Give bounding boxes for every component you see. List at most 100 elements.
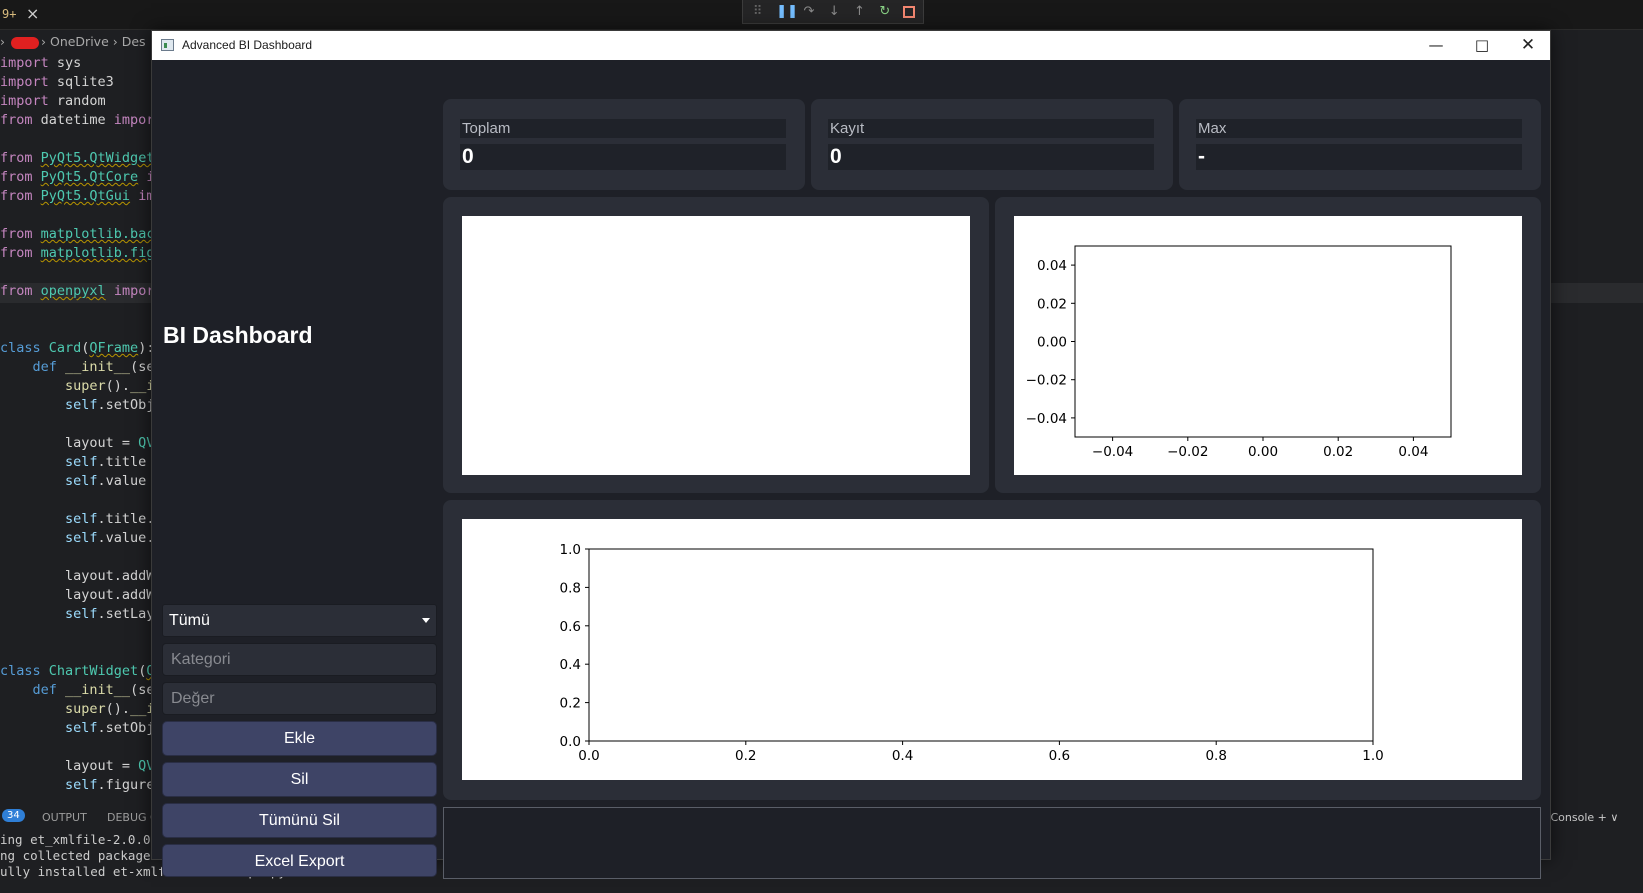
drag-grip-icon[interactable]: ⠿ bbox=[751, 4, 764, 19]
code-token: ChartWidget bbox=[40, 663, 139, 679]
code-line: layout.addWid bbox=[0, 567, 171, 586]
code-line: self.title = bbox=[0, 453, 171, 472]
code-view[interactable]: import sys import sqlite3 import random fro… bbox=[0, 54, 171, 795]
panel-actions[interactable]: g Console + ∨ bbox=[1540, 811, 1618, 824]
step-over-icon[interactable]: ↷ bbox=[802, 4, 815, 19]
code-token: from bbox=[0, 245, 33, 261]
code-line: from datetime import bbox=[0, 111, 171, 130]
code-token: datetime bbox=[32, 112, 114, 128]
category-input[interactable]: Kategori bbox=[162, 643, 437, 676]
code-token: class bbox=[0, 663, 41, 679]
code-token: self bbox=[0, 606, 98, 622]
code-token: layout.addWid bbox=[0, 587, 171, 603]
code-token: (). bbox=[105, 701, 131, 717]
y-tick-label: −0.02 bbox=[1026, 373, 1067, 389]
add-button[interactable]: Ekle bbox=[162, 721, 437, 756]
code-token: self bbox=[0, 511, 98, 527]
y-tick-label: 0.6 bbox=[560, 619, 581, 635]
code-token: self bbox=[0, 454, 98, 470]
x-tick-label: −0.02 bbox=[1167, 444, 1208, 460]
app-icon bbox=[161, 39, 174, 51]
code-line: import sqlite3 bbox=[0, 73, 171, 92]
step-into-icon[interactable]: ↓ bbox=[828, 4, 841, 19]
stop-icon[interactable] bbox=[903, 5, 915, 18]
count-card: Kayıt 0 bbox=[811, 99, 1173, 190]
code-token: self bbox=[0, 473, 98, 489]
window-titlebar[interactable]: Advanced BI Dashboard — □ ✕ bbox=[152, 31, 1550, 60]
chevron-right-icon: › bbox=[0, 34, 5, 49]
category-filter-select[interactable]: Tümü bbox=[162, 604, 437, 637]
x-tick-label: 0.00 bbox=[1248, 444, 1278, 460]
tab-close-icon[interactable]: × bbox=[26, 4, 39, 23]
close-button[interactable]: ✕ bbox=[1505, 31, 1551, 60]
code-line: self.value = bbox=[0, 472, 171, 491]
pie-chart-canvas bbox=[462, 216, 970, 475]
tab-problem-badge: 9+ bbox=[2, 7, 17, 21]
log-textbox[interactable] bbox=[443, 807, 1541, 879]
y-tick-label: 0.02 bbox=[1037, 296, 1067, 312]
y-tick-label: 0.00 bbox=[1037, 335, 1067, 351]
code-token: from bbox=[0, 226, 33, 242]
pause-icon[interactable]: ❚❚ bbox=[776, 4, 798, 19]
max-card-label: Max bbox=[1196, 119, 1522, 138]
y-tick-label: 0.8 bbox=[560, 580, 581, 596]
code-line: super().__ini bbox=[0, 700, 171, 719]
code-token: class bbox=[0, 340, 41, 356]
restart-icon[interactable]: ↻ bbox=[878, 4, 891, 19]
pie-chart bbox=[462, 216, 970, 475]
excel-export-button[interactable]: Excel Export bbox=[162, 844, 437, 877]
delete-all-button[interactable]: Tümünü Sil bbox=[162, 803, 437, 838]
x-tick-label: 0.4 bbox=[892, 748, 913, 764]
code-token: openpyxl bbox=[40, 283, 106, 299]
code-line: from matplotlib.backe bbox=[0, 225, 171, 244]
value-input[interactable]: Değer bbox=[162, 682, 437, 715]
minimize-button[interactable]: — bbox=[1413, 31, 1459, 60]
tab-output[interactable]: OUTPUT bbox=[42, 811, 87, 824]
app-window: Advanced BI Dashboard — □ ✕ BI Dashboard… bbox=[151, 30, 1551, 879]
code-line: from PyQt5.QtCore imp bbox=[0, 168, 171, 187]
code-token: __init__ bbox=[56, 359, 131, 375]
breadcrumb-item[interactable]: OneDrive bbox=[50, 34, 109, 49]
breadcrumb: › › OneDrive › Des bbox=[0, 34, 146, 54]
count-card-value: 0 bbox=[828, 144, 1154, 170]
code-token: sys bbox=[48, 55, 82, 71]
y-tick-label: 0.04 bbox=[1037, 258, 1067, 274]
breadcrumb-item[interactable]: Des bbox=[122, 34, 146, 49]
delete-button[interactable]: Sil bbox=[162, 762, 437, 797]
code-line: self.figure = bbox=[0, 776, 171, 795]
bar-chart-canvas: −0.04 −0.02 0.00 0.02 0.04 0.04 0.02 0.00 −0.02 −… bbox=[1014, 216, 1522, 475]
bar-chart: −0.04 −0.02 0.00 0.02 0.04 0.04 0.02 0.00 −0.02 −… bbox=[1026, 245, 1452, 460]
maximize-button[interactable]: □ bbox=[1459, 31, 1505, 60]
code-token: (). bbox=[105, 378, 131, 394]
code-line: self.title.se bbox=[0, 510, 171, 529]
sidebar-title: BI Dashboard bbox=[163, 322, 313, 348]
y-tick-label: 0.2 bbox=[560, 696, 581, 712]
code-token: self bbox=[0, 720, 98, 736]
code-token: super bbox=[0, 701, 106, 717]
code-line: layout.addWid bbox=[0, 586, 171, 605]
code-token: from bbox=[0, 169, 33, 185]
code-token: from bbox=[0, 112, 33, 128]
axes-frame bbox=[1074, 245, 1452, 438]
pie-chart-panel bbox=[443, 197, 989, 493]
code-token: layout = bbox=[0, 758, 139, 774]
step-out-icon[interactable]: ↑ bbox=[853, 4, 866, 19]
y-tick-label: 0.0 bbox=[560, 734, 581, 750]
chevron-right-icon: › bbox=[108, 34, 122, 49]
code-line: self.setObjec bbox=[0, 396, 171, 415]
code-line: from openpyxl import bbox=[0, 282, 171, 301]
code-line: class ChartWidget(QFr bbox=[0, 662, 171, 681]
code-token: import bbox=[0, 55, 49, 71]
redacted-username bbox=[11, 36, 39, 49]
code-line: self.value.se bbox=[0, 529, 171, 548]
code-line: from PyQt5.QtGui impo bbox=[0, 187, 171, 206]
y-tick-label: 0.4 bbox=[560, 657, 581, 673]
category-filter-value: Tümü bbox=[169, 612, 210, 629]
x-tick-label: −0.04 bbox=[1092, 444, 1133, 460]
